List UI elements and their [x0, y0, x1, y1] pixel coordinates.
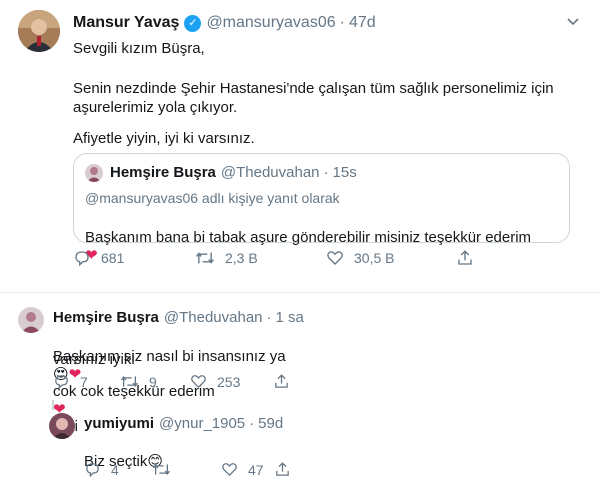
reply-button[interactable]: 681 [73, 249, 124, 267]
reply-actions: 7 9 253 [53, 373, 313, 393]
share-button[interactable] [274, 461, 291, 478]
separator-dot: · [339, 14, 345, 31]
chevron-down-icon[interactable] [566, 14, 580, 31]
heart-icon [327, 251, 343, 265]
nested-reply-tweet: yumiyumi @ynur_1905 · 59d Biz seçtik😊 4 … [0, 405, 600, 502]
avatar-image [85, 164, 103, 182]
reply-author-name[interactable]: Hemşire Buşra [53, 309, 159, 326]
nested-author-name[interactable]: yumiyumi [84, 415, 154, 432]
share-icon [276, 462, 289, 476]
reply-count: 7 [80, 373, 88, 390]
quoted-text-content: Başkanım bana bi tabak aşure gönderebili… [85, 229, 532, 246]
share-button[interactable] [456, 249, 474, 267]
verified-icon: ✓ [184, 14, 202, 32]
retweet-icon [195, 252, 215, 264]
reply-icon [86, 463, 99, 478]
separator-dot: · [249, 415, 255, 432]
like-button[interactable]: 47 [221, 461, 264, 478]
quoted-author-handle: @Theduvahan [220, 164, 320, 181]
tweet-text-line3: aşurelerimiz yola çıkıyor. [73, 99, 238, 116]
tweet-text-line4: Afiyetle yiyin, iyi ki varsınız. [73, 130, 255, 147]
share-icon [275, 374, 288, 388]
retweet-icon [152, 464, 171, 475]
quoted-tweet[interactable]: Hemşire Buşra @Theduvahan · 15s @mansury… [73, 153, 570, 264]
tweet-text-line1: Sevgili kızım Büşra, [73, 40, 205, 57]
reply-button[interactable]: 4 [84, 461, 119, 478]
quoted-author-name: Hemşire Buşra [110, 164, 216, 181]
nested-actions: 4 47 [84, 461, 304, 481]
quoted-reply-context: @mansuryavas06 adlı kişiye yanıt olarak [85, 190, 340, 206]
nested-header: yumiyumi @ynur_1905 · 59d [84, 415, 283, 432]
reply-icon [75, 251, 89, 267]
avatar-mansur-yavas[interactable] [18, 10, 60, 52]
reply-time[interactable]: 1 sa [276, 309, 304, 326]
retweet-button[interactable]: 2,3 B [195, 249, 258, 267]
reply-count: 4 [111, 461, 119, 478]
reply-text-line2: varsınız iyiki [53, 351, 135, 368]
retweet-icon [120, 376, 139, 387]
tweet-text-line2: Senin nezdinde Şehir Hastanesi'nde çalış… [73, 80, 554, 97]
like-count: 253 [217, 373, 241, 390]
tweet-actions: 681 2,3 B 30,5 B [73, 249, 493, 269]
avatar-image [18, 10, 60, 52]
avatar-hemsire-busra[interactable] [18, 307, 44, 333]
author-handle[interactable]: @mansuryavas06 [206, 14, 335, 32]
avatar-image [18, 307, 44, 333]
nested-time[interactable]: 59d [258, 415, 283, 432]
quoted-header: Hemşire Buşra @Theduvahan · 15s [110, 164, 357, 181]
like-button[interactable]: 253 [190, 373, 240, 390]
reply-icon [55, 375, 68, 390]
reply-count: 681 [101, 250, 125, 266]
divider [0, 292, 600, 293]
author-name[interactable]: Mansur Yavaş [73, 14, 179, 32]
separator-dot: · [323, 164, 329, 181]
heart-icon [191, 375, 206, 389]
retweet-button[interactable] [152, 461, 181, 478]
share-button[interactable] [273, 373, 290, 390]
retweet-button[interactable]: 9 [120, 373, 157, 390]
like-button[interactable]: 30,5 B [326, 249, 394, 267]
nested-author-handle[interactable]: @ynur_1905 [159, 415, 245, 432]
tweet-header: Mansur Yavaş ✓ @mansuryavas06 · 47d [73, 14, 376, 32]
like-count: 30,5 B [354, 250, 395, 266]
main-tweet: Mansur Yavaş ✓ @mansuryavas06 · 47d Sevg… [0, 0, 600, 285]
avatar-image [49, 413, 75, 439]
reply-button[interactable]: 7 [53, 373, 88, 390]
separator-dot: · [266, 309, 272, 326]
quoted-time: 15s [332, 164, 357, 181]
reply-header: Hemşire Buşra @Theduvahan · 1 sa [53, 309, 304, 326]
reply-author-handle[interactable]: @Theduvahan [164, 309, 263, 326]
tweet-time[interactable]: 47d [349, 14, 376, 32]
avatar-hemsire-busra-small[interactable] [85, 164, 103, 182]
like-count: 47 [248, 461, 264, 478]
reply-tweet: Hemşire Buşra @Theduvahan · 1 sa Başkanı… [0, 295, 600, 435]
retweet-count: 2,3 B [225, 250, 258, 266]
avatar-yumiyumi[interactable] [49, 413, 75, 439]
retweet-count: 9 [149, 373, 157, 390]
share-icon [458, 250, 472, 265]
heart-icon [222, 463, 237, 477]
